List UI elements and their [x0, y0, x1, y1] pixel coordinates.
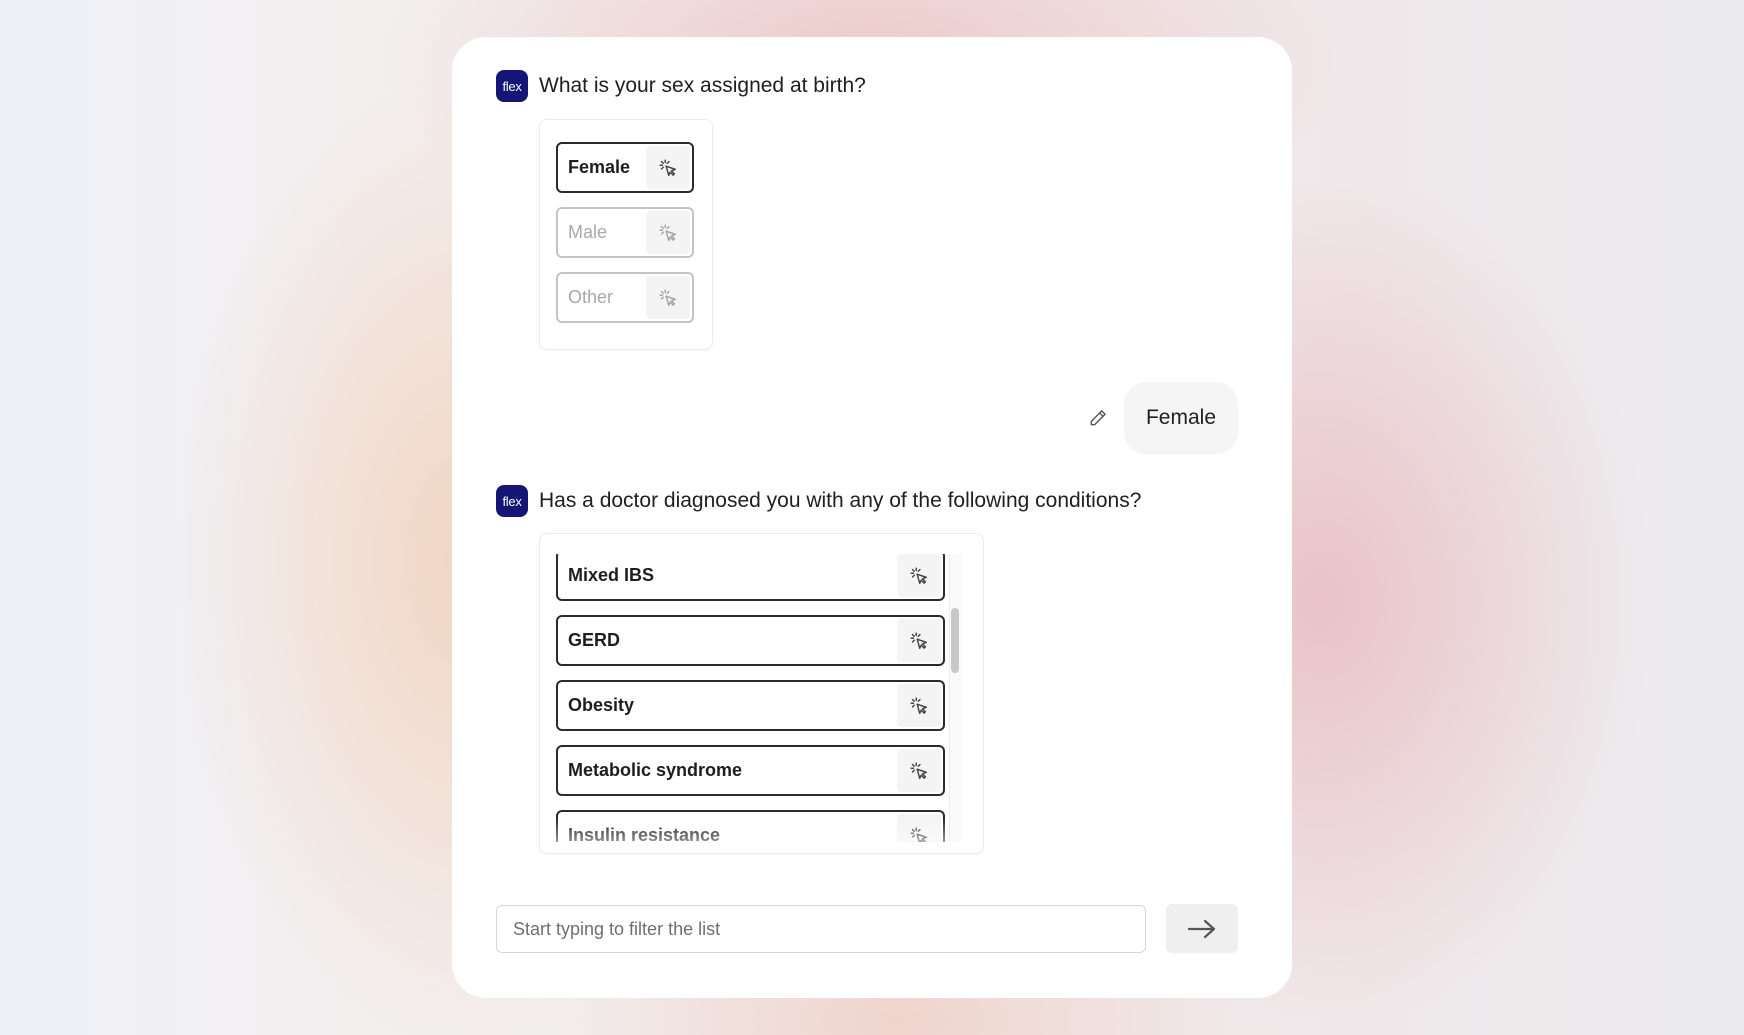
cursor-click-icon	[897, 749, 941, 792]
answer-bubble: Female	[1123, 382, 1238, 454]
cursor-click-icon	[646, 211, 690, 254]
option-insulin-resistance[interactable]: Insulin resistance	[556, 810, 945, 842]
flex-logo: flex	[496, 70, 528, 102]
conditions-list[interactable]: Mixed IBS GERD Obesity Metabolic syndrom…	[540, 554, 960, 842]
question-1: flex What is your sex assigned at birth?	[496, 70, 866, 102]
question-2-text: Has a doctor diagnosed you with any of t…	[539, 489, 1142, 512]
scrollbar-track[interactable]	[949, 554, 962, 842]
flex-logo: flex	[496, 485, 528, 517]
submit-button[interactable]	[1166, 904, 1238, 953]
option-obesity[interactable]: Obesity	[556, 680, 945, 731]
question-2: flex Has a doctor diagnosed you with any…	[496, 485, 1141, 517]
pencil-icon[interactable]	[1088, 408, 1108, 428]
option-male[interactable]: Male	[556, 207, 694, 258]
option-female[interactable]: Female	[556, 142, 694, 193]
option-label: GERD	[568, 630, 621, 650]
question-1-text: What is your sex assigned at birth?	[539, 74, 866, 97]
cursor-click-icon	[897, 684, 941, 727]
cursor-click-icon	[897, 814, 941, 842]
option-metabolic-syndrome[interactable]: Metabolic syndrome	[556, 745, 945, 796]
option-label: Insulin resistance	[568, 825, 721, 842]
cursor-click-icon	[646, 276, 690, 319]
conditions-options-panel: Mixed IBS GERD Obesity Metabolic syndrom…	[539, 533, 984, 854]
cursor-click-icon	[646, 146, 690, 189]
option-mixed-ibs[interactable]: Mixed IBS	[556, 554, 945, 601]
cursor-click-icon	[897, 554, 941, 597]
filter-input[interactable]	[496, 905, 1146, 953]
option-other[interactable]: Other	[556, 272, 694, 323]
option-label: Mixed IBS	[568, 565, 655, 585]
cursor-click-icon	[897, 619, 941, 662]
sex-options-panel: Female Male Other	[539, 119, 713, 350]
option-label: Metabolic syndrome	[568, 760, 743, 780]
option-gerd[interactable]: GERD	[556, 615, 945, 666]
scrollbar-thumb[interactable]	[951, 608, 959, 673]
answer-1-row: Female	[1088, 382, 1238, 454]
option-label: Male	[568, 222, 608, 242]
option-label: Other	[568, 287, 614, 307]
arrow-right-icon	[1186, 918, 1218, 940]
option-label: Obesity	[568, 695, 635, 715]
chat-card: flex What is your sex assigned at birth?…	[452, 37, 1292, 998]
option-label: Female	[568, 157, 631, 177]
